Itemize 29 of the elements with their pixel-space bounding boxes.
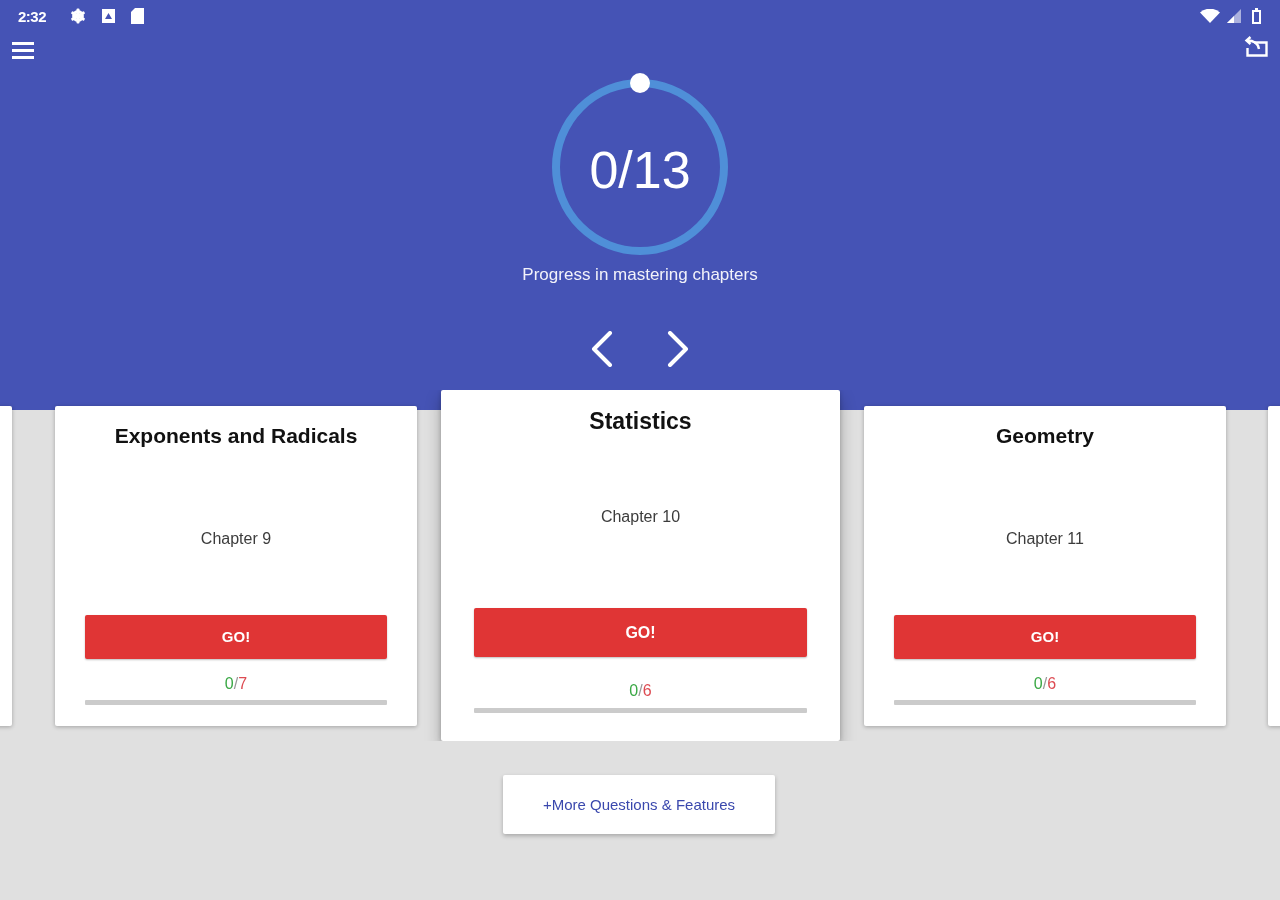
chapter-score: 0/6	[1033, 673, 1057, 694]
image-icon	[102, 9, 116, 23]
signal-icon	[1227, 9, 1241, 23]
go-button[interactable]: GO!	[85, 614, 387, 659]
chapter-score: 0/6	[629, 681, 652, 701]
chapter-title: Geometry	[994, 423, 1095, 448]
chevron-left-icon	[591, 331, 613, 367]
chapter-title: Statistics	[588, 408, 693, 434]
menu-icon[interactable]	[12, 42, 34, 59]
chapter-score: 0/7	[224, 673, 248, 694]
chapter-card[interactable]: Exponents and Radicals Chapter 9 GO! 0/7	[55, 405, 417, 726]
chapter-number: Chapter 10	[600, 507, 681, 527]
chevron-right-icon	[667, 331, 689, 367]
sd-card-icon	[131, 8, 145, 24]
progress-caption: Progress in mastering chapters	[522, 265, 758, 285]
chapter-card[interactable]: Geometry Chapter 11 GO! 0/6	[864, 405, 1226, 726]
wifi-icon	[1200, 9, 1220, 23]
chapter-number: Chapter 9	[200, 528, 272, 549]
gear-icon	[70, 8, 87, 24]
more-questions-button[interactable]: +More Questions & Features	[503, 775, 775, 834]
chapter-card[interactable]: Statistics Chapter 10 GO! 0/6	[441, 390, 840, 741]
chapter-title: Exponents and Radicals	[113, 423, 359, 448]
go-button[interactable]: GO!	[474, 608, 807, 657]
go-button[interactable]: GO!	[894, 614, 1196, 659]
battery-icon	[1252, 8, 1261, 24]
chapter-number: Chapter 11	[1006, 528, 1084, 549]
progress-value: 0/13	[589, 140, 691, 200]
clock-time: 2:32	[18, 7, 47, 25]
arrow-box-icon[interactable]	[1244, 36, 1268, 57]
